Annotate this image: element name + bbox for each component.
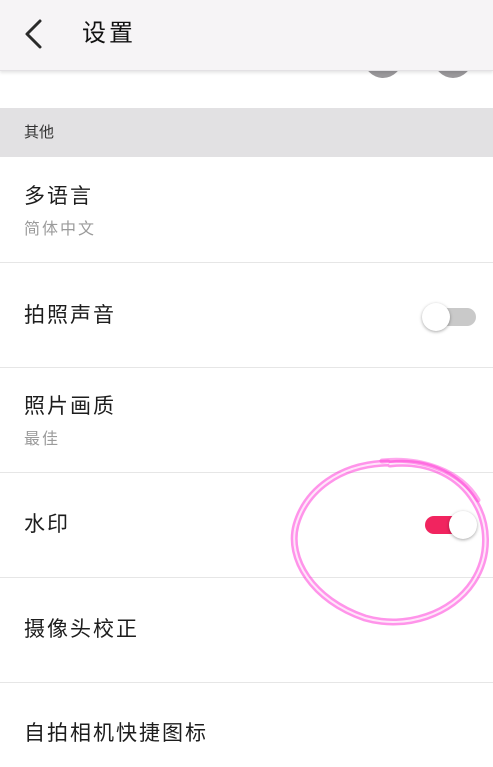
setting-label: 照片画质 (24, 394, 116, 418)
chevron-left-icon (25, 19, 42, 49)
top-bar: 设置 (0, 0, 493, 71)
setting-language[interactable]: 多语言 简体中文 (0, 157, 493, 263)
round-option-button[interactable] (364, 70, 402, 78)
setting-watermark[interactable]: 水印 (0, 473, 493, 578)
setting-label: 自拍相机快捷图标 (24, 721, 208, 745)
setting-label: 多语言 (24, 184, 93, 208)
round-option-button[interactable] (434, 70, 472, 78)
cut-off-row (0, 70, 493, 108)
toggle-knob (449, 511, 477, 539)
toggle-knob (422, 303, 450, 331)
setting-shutter-sound[interactable]: 拍照声音 (0, 263, 493, 368)
setting-camera-calibration[interactable]: 摄像头校正 (0, 578, 493, 683)
watermark-toggle[interactable] (421, 510, 477, 540)
back-button[interactable] (14, 14, 54, 54)
setting-selfie-shortcut[interactable]: 自拍相机快捷图标 (0, 683, 493, 767)
section-title: 其他 (24, 123, 55, 141)
setting-value: 最佳 (24, 429, 61, 448)
section-header-other: 其他 (0, 108, 493, 157)
setting-photo-quality[interactable]: 照片画质 最佳 (0, 368, 493, 473)
setting-label: 拍照声音 (24, 303, 116, 327)
shutter-sound-toggle[interactable] (422, 302, 478, 332)
settings-page: 设置 其他 多语言 简体中文 拍照声音 照片画质 最佳 水印 摄像头校正 自拍相… (0, 0, 493, 767)
setting-label: 摄像头校正 (24, 617, 139, 641)
page-title: 设置 (82, 19, 136, 47)
setting-value: 简体中文 (24, 219, 97, 238)
setting-label: 水印 (24, 512, 70, 536)
